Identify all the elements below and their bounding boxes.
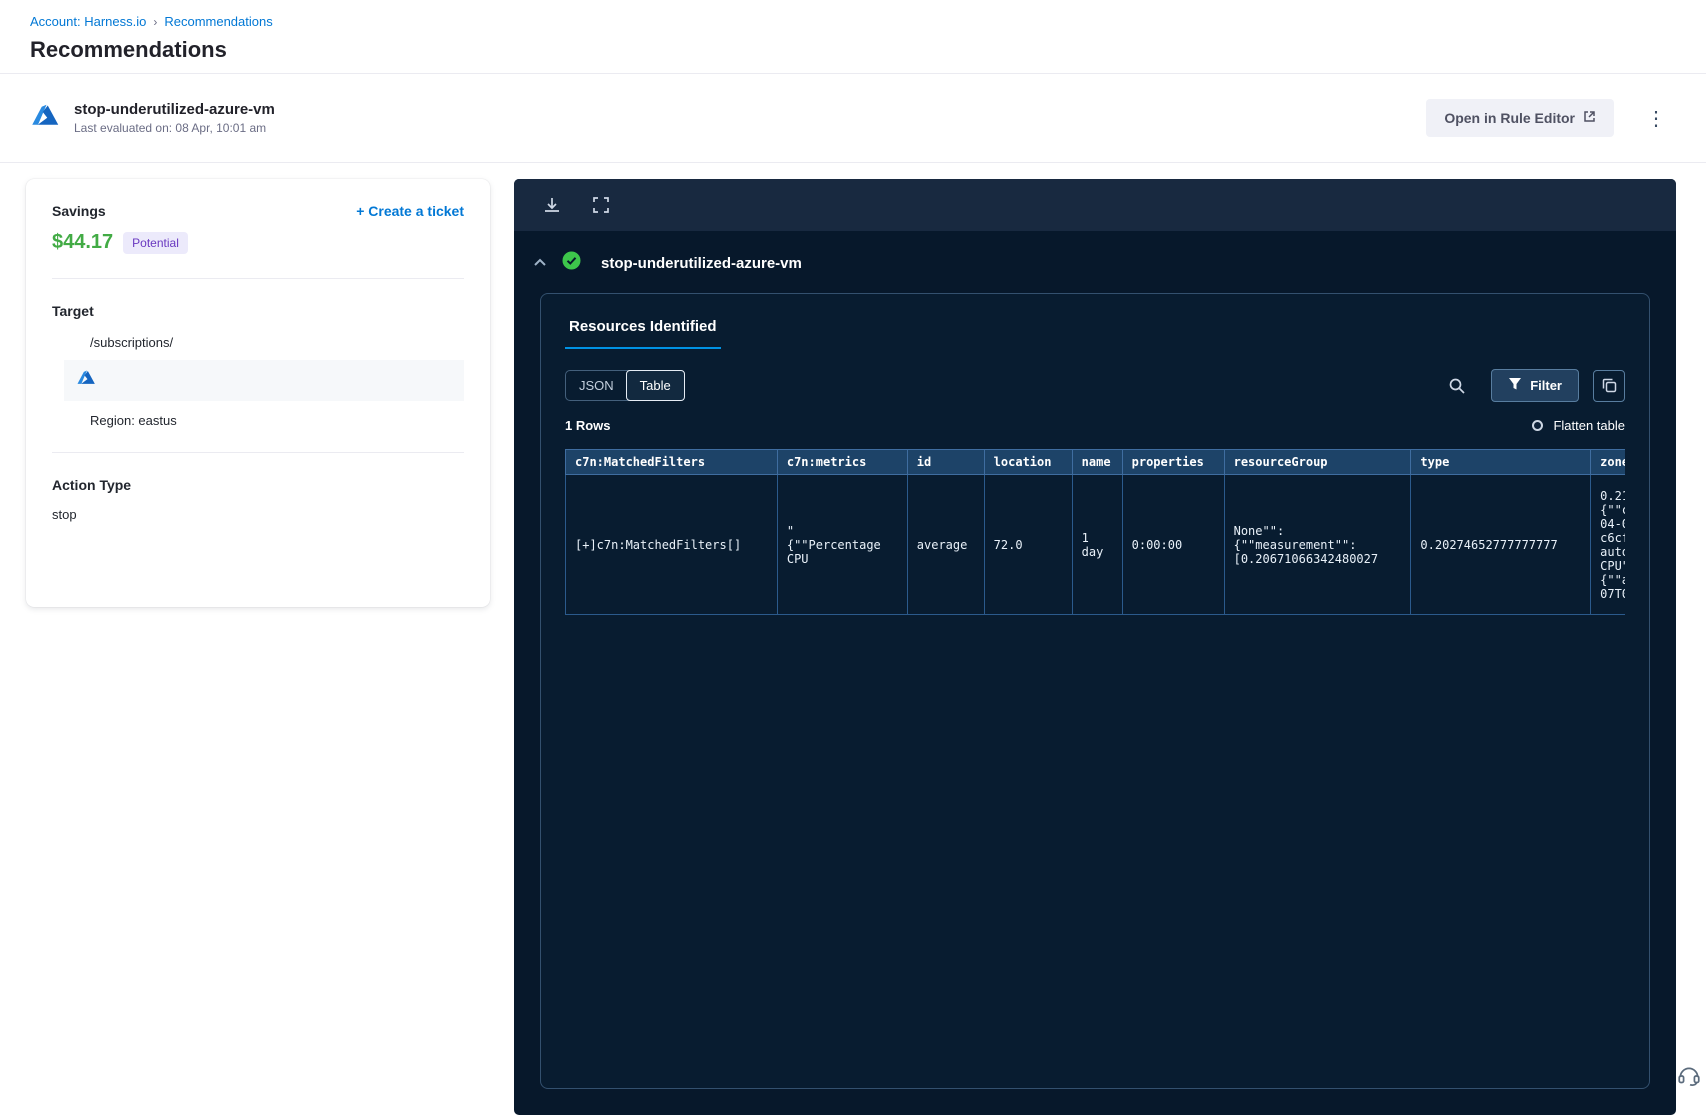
col-header-zones: zones xyxy=(1590,449,1625,475)
tabs-row: Resources Identified xyxy=(541,294,1649,349)
cell-zones: 0.21423 {""cost 04-05T6 c6cf625 autostc … xyxy=(1590,474,1625,615)
external-link-icon xyxy=(1583,110,1596,126)
flatten-table-toggle[interactable]: Flatten table xyxy=(1532,418,1625,433)
cell-resourcegroup: None"": {""measurement"": [0.20671066342… xyxy=(1223,474,1412,615)
cell-name: 1 day xyxy=(1071,474,1123,615)
main-content: Savings + Create a ticket $44.17 Potenti… xyxy=(0,163,1706,1115)
create-ticket-link[interactable]: + Create a ticket xyxy=(356,203,464,219)
resources-panel: stop-underutilized-azure-vm Resources Id… xyxy=(514,179,1676,1115)
expand-fullscreen-icon[interactable] xyxy=(592,196,610,214)
recommendation-name: stop-underutilized-azure-vm xyxy=(74,101,275,118)
col-header-matchedfilters: c7n:MatchedFilters xyxy=(565,449,778,475)
table-header-row: c7n:MatchedFilters c7n:metrics id locati… xyxy=(565,449,1625,475)
cell-location: 72.0 xyxy=(983,474,1073,615)
view-toggle: JSON Table xyxy=(565,370,685,401)
page-title: Recommendations xyxy=(30,37,227,62)
col-header-name: name xyxy=(1071,449,1123,475)
table-row: [+]c7n:MatchedFilters[] " {""Percentage … xyxy=(565,474,1625,615)
action-type-label: Action Type xyxy=(52,477,132,493)
more-options-icon[interactable]: ⋮ xyxy=(1636,102,1676,135)
resources-table-wrap: c7n:MatchedFilters c7n:metrics id locati… xyxy=(565,449,1625,615)
copy-icon[interactable] xyxy=(1593,369,1625,402)
download-icon[interactable] xyxy=(542,195,562,215)
chevron-up-icon[interactable] xyxy=(532,255,548,271)
filter-icon xyxy=(1508,377,1522,394)
target-provider-row xyxy=(64,360,464,401)
col-header-type: type xyxy=(1410,449,1592,475)
target-path: /subscriptions/ xyxy=(90,335,174,350)
card-divider xyxy=(52,452,464,453)
summary-card: Savings + Create a ticket $44.17 Potenti… xyxy=(26,179,490,607)
panel-title-row: stop-underutilized-azure-vm xyxy=(514,231,1676,289)
controls-row: JSON Table Filter xyxy=(541,349,1649,416)
action-type-value: stop xyxy=(52,507,77,522)
tab-resources-identified[interactable]: Resources Identified xyxy=(565,318,721,349)
toggle-table[interactable]: Table xyxy=(625,370,685,401)
flatten-table-label: Flatten table xyxy=(1553,418,1625,433)
success-check-icon xyxy=(562,251,581,275)
filter-button[interactable]: Filter xyxy=(1491,369,1579,402)
card-divider xyxy=(52,278,464,279)
search-icon[interactable] xyxy=(1441,370,1473,402)
toggle-json[interactable]: JSON xyxy=(566,371,627,400)
target-label: Target xyxy=(52,303,94,319)
recommendation-header: stop-underutilized-azure-vm Last evaluat… xyxy=(0,74,1706,162)
rows-count: 1 Rows xyxy=(565,418,611,433)
rows-info-row: 1 Rows Flatten table xyxy=(541,416,1649,447)
breadcrumb-account-link[interactable]: Account: Harness.io xyxy=(30,14,146,29)
azure-icon-small xyxy=(76,368,96,393)
cell-id: average xyxy=(906,474,985,615)
cell-properties: 0:00:00 xyxy=(1121,474,1225,615)
open-rule-editor-button[interactable]: Open in Rule Editor xyxy=(1426,99,1614,137)
col-header-resourcegroup: resourceGroup xyxy=(1223,449,1412,475)
help-headset-icon[interactable] xyxy=(1676,1063,1702,1094)
top-bar: Account: Harness.io › Recommendations Re… xyxy=(0,0,1706,73)
breadcrumb-recommendations-link[interactable]: Recommendations xyxy=(164,14,272,29)
azure-icon xyxy=(30,101,60,136)
open-rule-editor-label: Open in Rule Editor xyxy=(1444,110,1575,126)
col-header-metrics: c7n:metrics xyxy=(776,449,908,475)
potential-badge: Potential xyxy=(123,231,188,254)
recommendation-identity: stop-underutilized-azure-vm Last evaluat… xyxy=(74,101,275,135)
breadcrumb: Account: Harness.io › Recommendations xyxy=(30,14,1676,29)
breadcrumb-separator: › xyxy=(153,14,158,29)
savings-amount: $44.17 xyxy=(52,231,114,253)
last-evaluated-text: Last evaluated on: 08 Apr, 10:01 am xyxy=(74,121,267,135)
filter-label: Filter xyxy=(1530,378,1562,393)
cell-type: 0.20274652777777777 xyxy=(1410,474,1592,615)
panel-title: stop-underutilized-azure-vm xyxy=(601,254,802,272)
cell-metrics: " {""Percentage CPU xyxy=(776,474,908,615)
resources-card: Resources Identified JSON Table Filter 1… xyxy=(540,293,1650,1089)
matched-filters-expand-link[interactable]: [+]c7n:MatchedFilters[] xyxy=(565,474,778,615)
col-header-properties: properties xyxy=(1121,449,1225,475)
col-header-location: location xyxy=(983,449,1073,475)
flatten-toggle-dot[interactable] xyxy=(1532,420,1544,431)
target-region: Region: eastus xyxy=(90,413,177,428)
col-header-id: id xyxy=(906,449,985,475)
resources-table: c7n:MatchedFilters c7n:metrics id locati… xyxy=(565,449,1625,615)
panel-toolbar xyxy=(514,179,1676,231)
savings-label: Savings xyxy=(52,203,106,219)
